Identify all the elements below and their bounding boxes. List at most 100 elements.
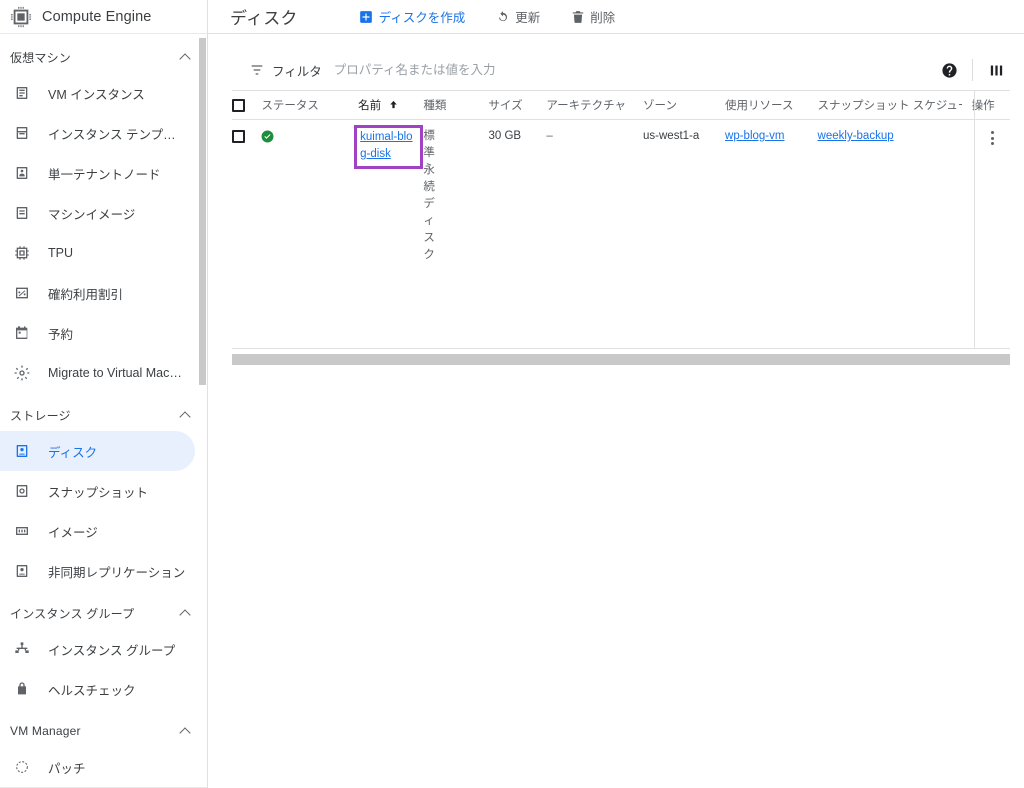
sidebar-item-label: インスタンス テンプレー… bbox=[48, 127, 188, 142]
column-settings-icon[interactable] bbox=[982, 56, 1010, 84]
add-box-icon bbox=[359, 9, 374, 24]
refresh-label: 更新 bbox=[515, 11, 541, 25]
th-label: 種類 bbox=[423, 100, 447, 112]
table-horizontal-scrollbar-thumb[interactable] bbox=[232, 354, 1010, 365]
sidebar-item-label: 予約 bbox=[48, 327, 74, 342]
sidebar-item-snapshots[interactable]: スナップショット bbox=[0, 471, 207, 511]
th-label: アーキテクチャ bbox=[546, 100, 627, 112]
refresh-icon bbox=[495, 9, 510, 24]
th-label: 名前 bbox=[358, 100, 382, 112]
nav-section-virtual-machines[interactable]: 仮想マシン bbox=[0, 41, 207, 73]
th-name[interactable]: 名前 bbox=[358, 90, 424, 120]
th-label: 使用リソース bbox=[725, 100, 794, 112]
th-kind[interactable]: 種類 bbox=[423, 90, 489, 120]
sidebar-item-label: 非同期レプリケーション bbox=[48, 565, 186, 580]
th-snapshot-schedule[interactable]: スナップショット スケジュール bbox=[817, 90, 962, 120]
arrow-up-icon bbox=[388, 99, 399, 113]
nav-section-vm-manager[interactable]: VM Manager bbox=[0, 715, 207, 747]
th-zone[interactable]: ゾーン bbox=[643, 90, 726, 120]
sidebar-scrollbar-thumb[interactable] bbox=[199, 38, 206, 385]
tpu-icon bbox=[12, 243, 32, 263]
row-checkbox[interactable] bbox=[232, 130, 245, 144]
sidebar-item-sole-tenant-nodes[interactable]: 単一テナントノード bbox=[0, 153, 207, 193]
table-header-row: ステータス 名前 種類 サイズ アーキテクチャ ゾーン 使用リソース スナップシ… bbox=[232, 90, 1010, 120]
sidebar-item-health-checks[interactable]: ヘルスチェック bbox=[0, 669, 207, 709]
chip-icon bbox=[8, 4, 34, 30]
th-used-by[interactable]: 使用リソース bbox=[725, 90, 818, 120]
create-disk-label: ディスクを作成 bbox=[378, 11, 466, 25]
cell-snapshot-schedule: weekly-backup bbox=[818, 120, 962, 265]
th-status[interactable]: ステータス bbox=[261, 90, 359, 120]
vm-instance-icon bbox=[12, 83, 32, 103]
more-vert-icon[interactable] bbox=[976, 129, 1010, 145]
table-bottom-border bbox=[232, 348, 1010, 349]
cell-row-checkbox[interactable] bbox=[232, 120, 261, 265]
sidebar-item-tpu[interactable]: TPU bbox=[0, 233, 207, 273]
sidebar-item-machine-images[interactable]: マシンイメージ bbox=[0, 193, 207, 233]
filter-list-icon[interactable] bbox=[248, 61, 266, 79]
th-label: ゾーン bbox=[643, 100, 677, 112]
toolbar-separator bbox=[972, 59, 973, 81]
create-disk-button[interactable]: ディスクを作成 bbox=[353, 3, 472, 31]
page-toolbar: ディスク ディスクを作成 更新 削除 bbox=[208, 0, 1024, 34]
select-all-checkbox[interactable] bbox=[232, 98, 245, 112]
sorted-column-indicator bbox=[358, 119, 409, 120]
refresh-button[interactable]: 更新 bbox=[489, 3, 546, 31]
th-operations: 操作 bbox=[961, 90, 1010, 120]
health-check-icon bbox=[12, 679, 32, 699]
filter-input[interactable] bbox=[333, 63, 935, 77]
ops-column-divider bbox=[974, 90, 975, 349]
th-size[interactable]: サイズ bbox=[488, 90, 547, 120]
cell-architecture: – bbox=[546, 120, 643, 265]
filter-label: フィルタ bbox=[272, 64, 322, 79]
nav-section-instance-groups[interactable]: インスタンス グループ bbox=[0, 597, 207, 629]
delete-button[interactable]: 削除 bbox=[564, 3, 621, 31]
sidebar-item-label: イメージ bbox=[48, 525, 98, 540]
help-circle-icon[interactable] bbox=[935, 56, 963, 84]
trash-icon bbox=[570, 9, 585, 24]
th-label: 操作 bbox=[971, 100, 995, 112]
nav-section-label: ストレージ bbox=[10, 408, 71, 423]
sidebar-item-label: VM インスタンス bbox=[48, 87, 145, 102]
disk-icon bbox=[12, 441, 32, 461]
delete-label: 削除 bbox=[590, 11, 616, 25]
sidebar-item-migrate-to-vms[interactable]: Migrate to Virtual Machin… bbox=[0, 353, 207, 393]
sidebar-item-label: 確約利用割引 bbox=[48, 287, 124, 302]
nav-section-storage[interactable]: ストレージ bbox=[0, 399, 207, 431]
sidebar-item-label: 単一テナントノード bbox=[48, 167, 161, 182]
th-select-all[interactable] bbox=[232, 90, 262, 120]
nav-section-label: VM Manager bbox=[10, 724, 81, 738]
th-label: スナップショット スケジュール bbox=[817, 100, 962, 112]
main-content: ディスク ディスクを作成 更新 削除 フィルタ プロパティ名または値を入力 ステ… bbox=[208, 0, 1024, 788]
sidebar-item-reservations[interactable]: 予約 bbox=[0, 313, 207, 353]
snapshot-schedule-link[interactable]: weekly-backup bbox=[818, 130, 894, 142]
sidebar-item-instance-templates[interactable]: インスタンス テンプレー… bbox=[0, 113, 207, 153]
check-circle-icon bbox=[261, 130, 274, 143]
used-by-link[interactable]: wp-blog-vm bbox=[725, 130, 784, 142]
table-row[interactable]: kuimal-blog-disk 標準永続ディスク 30 GB – us-wes… bbox=[232, 120, 1010, 265]
disks-table-wrapper: ステータス 名前 種類 サイズ アーキテクチャ ゾーン 使用リソース スナップシ… bbox=[232, 90, 1010, 349]
patch-icon bbox=[12, 757, 32, 777]
sidebar-item-disks[interactable]: ディスク bbox=[0, 431, 195, 471]
image-icon bbox=[12, 521, 32, 541]
sidebar: Compute Engine 仮想マシン VM インスタンス インスタンス テン… bbox=[0, 0, 208, 788]
disk-name-link[interactable]: kuimal-blog-disk bbox=[360, 131, 412, 160]
sidebar-item-instance-groups[interactable]: インスタンス グループ bbox=[0, 629, 207, 669]
sidebar-item-patch[interactable]: パッチ bbox=[0, 747, 207, 787]
th-architecture[interactable]: アーキテクチャ bbox=[546, 90, 644, 120]
migrate-icon bbox=[12, 363, 32, 383]
cell-zone: us-west1-a bbox=[643, 130, 700, 142]
sidebar-item-images[interactable]: イメージ bbox=[0, 511, 207, 551]
sidebar-item-committed-use-discounts[interactable]: 確約利用割引 bbox=[0, 273, 207, 313]
sidebar-item-async-replication[interactable]: 非同期レプリケーション bbox=[0, 551, 207, 591]
table-horizontal-scroll-track bbox=[232, 354, 1010, 365]
sidebar-item-vm-instances[interactable]: VM インスタンス bbox=[0, 73, 207, 113]
instance-template-icon bbox=[12, 123, 32, 143]
product-header: Compute Engine bbox=[0, 0, 207, 34]
nav-section-label: インスタンス グループ bbox=[10, 606, 135, 621]
architecture-value: – bbox=[546, 130, 553, 142]
filter-bar: フィルタ bbox=[232, 50, 1010, 90]
sidebar-nav: 仮想マシン VM インスタンス インスタンス テンプレー… 単一テナントノード … bbox=[0, 35, 207, 788]
disk-kind-text: 標準永続ディスク bbox=[423, 130, 435, 261]
machine-image-icon bbox=[12, 203, 32, 223]
